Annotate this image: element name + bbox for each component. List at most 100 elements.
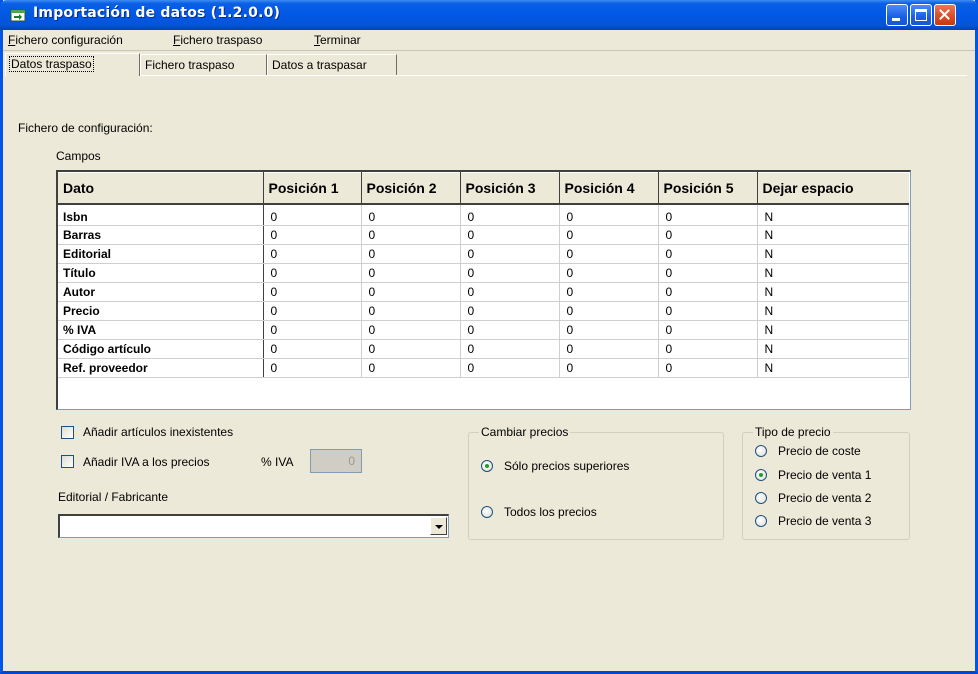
- table-cell[interactable]: 0: [559, 225, 659, 245]
- column-header[interactable]: Posición 1: [263, 172, 362, 205]
- table-cell[interactable]: 0: [559, 244, 659, 264]
- table-cell[interactable]: 0: [460, 225, 560, 245]
- table-cell[interactable]: 0: [361, 358, 461, 378]
- column-header[interactable]: Dato: [58, 172, 264, 205]
- table-cell[interactable]: 0: [559, 282, 659, 302]
- table-cell[interactable]: 0: [361, 225, 461, 245]
- table-cell[interactable]: N: [757, 263, 909, 283]
- table-cell[interactable]: 0: [460, 282, 560, 302]
- menu-fichero-configuracion[interactable]: Fichero configuración: [8, 33, 123, 47]
- table-cell[interactable]: 0: [263, 339, 362, 359]
- tab-datos-a-traspasar[interactable]: Datos a traspasar: [267, 54, 397, 75]
- radio-precio-venta-1[interactable]: [755, 469, 767, 481]
- table-row[interactable]: Precio 0 0 0 0 0 N: [58, 301, 909, 321]
- table-cell[interactable]: 0: [460, 320, 560, 340]
- minimize-button[interactable]: [886, 4, 908, 26]
- table-cell[interactable]: N: [757, 339, 909, 359]
- table-cell[interactable]: 0: [559, 320, 659, 340]
- table-cell[interactable]: 0: [263, 320, 362, 340]
- column-header[interactable]: Posición 5: [658, 172, 758, 205]
- table-cell[interactable]: 0: [460, 339, 560, 359]
- row-label-cell[interactable]: Título: [58, 263, 264, 283]
- table-cell[interactable]: 0: [559, 263, 659, 283]
- table-row[interactable]: Autor 0 0 0 0 0 N: [58, 282, 909, 302]
- table-cell[interactable]: 0: [263, 301, 362, 321]
- table-cell[interactable]: 0: [361, 301, 461, 321]
- column-header[interactable]: Posición 2: [361, 172, 461, 205]
- row-label-cell[interactable]: Barras: [58, 225, 264, 245]
- column-header[interactable]: Dejar espacio: [757, 172, 909, 205]
- table-cell[interactable]: 0: [263, 358, 362, 378]
- table-row[interactable]: Barras 0 0 0 0 0 N: [58, 225, 909, 245]
- table-cell[interactable]: N: [757, 358, 909, 378]
- row-label-cell[interactable]: Precio: [58, 301, 264, 321]
- editorial-dropdown-button[interactable]: [430, 517, 447, 535]
- radio-precio-venta-3[interactable]: [755, 515, 767, 527]
- table-cell[interactable]: 0: [361, 320, 461, 340]
- table-cell[interactable]: 0: [361, 263, 461, 283]
- column-header[interactable]: Posición 3: [460, 172, 560, 205]
- table-cell[interactable]: 0: [559, 203, 659, 226]
- row-label-cell[interactable]: Isbn: [58, 203, 264, 226]
- column-header[interactable]: Posición 4: [559, 172, 659, 205]
- table-row[interactable]: Ref. proveedor 0 0 0 0 0 N: [58, 358, 909, 378]
- table-cell[interactable]: 0: [658, 320, 758, 340]
- table-cell[interactable]: 0: [263, 282, 362, 302]
- table-cell[interactable]: 0: [460, 301, 560, 321]
- menu-terminar[interactable]: Terminar: [314, 33, 361, 47]
- table-cell[interactable]: 0: [658, 263, 758, 283]
- table-cell[interactable]: 0: [460, 244, 560, 264]
- table-cell[interactable]: 0: [263, 203, 362, 226]
- table-cell[interactable]: N: [757, 301, 909, 321]
- maximize-button[interactable]: [910, 4, 932, 26]
- table-cell[interactable]: 0: [460, 263, 560, 283]
- add-missing-checkbox[interactable]: [61, 426, 74, 439]
- table-cell[interactable]: N: [757, 225, 909, 245]
- radio-todos-precios[interactable]: [481, 506, 493, 518]
- table-row[interactable]: % IVA 0 0 0 0 0 N: [58, 320, 909, 340]
- table-cell[interactable]: 0: [559, 339, 659, 359]
- table-row[interactable]: Código artículo 0 0 0 0 0 N: [58, 339, 909, 359]
- radio-precio-coste[interactable]: [755, 445, 767, 457]
- table-cell[interactable]: 0: [658, 282, 758, 302]
- table-cell[interactable]: 0: [460, 203, 560, 226]
- table-row[interactable]: Título 0 0 0 0 0 N: [58, 263, 909, 283]
- table-cell[interactable]: N: [757, 244, 909, 264]
- table-cell[interactable]: 0: [559, 358, 659, 378]
- table-cell[interactable]: 0: [658, 339, 758, 359]
- table-cell[interactable]: 0: [263, 244, 362, 264]
- table-cell[interactable]: 0: [658, 203, 758, 226]
- table-cell[interactable]: 0: [658, 244, 758, 264]
- table-row[interactable]: Isbn 0 0 0 0 0 N: [58, 203, 909, 226]
- table-cell[interactable]: 0: [263, 263, 362, 283]
- table-cell[interactable]: 0: [361, 203, 461, 226]
- radio-precio-venta-2[interactable]: [755, 492, 767, 504]
- row-label-cell[interactable]: Ref. proveedor: [58, 358, 264, 378]
- fields-grid[interactable]: Dato Posición 1 Posición 2 Posición 3 Po…: [56, 170, 911, 410]
- table-cell[interactable]: 0: [361, 282, 461, 302]
- table-cell[interactable]: 0: [460, 358, 560, 378]
- table-cell[interactable]: 0: [658, 358, 758, 378]
- table-cell[interactable]: N: [757, 282, 909, 302]
- table-cell[interactable]: 0: [361, 339, 461, 359]
- table-cell[interactable]: N: [757, 203, 909, 226]
- menu-fichero-traspaso[interactable]: Fichero traspaso: [173, 33, 262, 47]
- row-label-cell[interactable]: Autor: [58, 282, 264, 302]
- row-label-cell[interactable]: % IVA: [58, 320, 264, 340]
- table-cell[interactable]: 0: [361, 244, 461, 264]
- table-cell[interactable]: 0: [263, 225, 362, 245]
- tab-datos-traspaso[interactable]: Datos traspaso: [5, 53, 140, 76]
- close-button[interactable]: [934, 4, 956, 26]
- row-label-cell[interactable]: Código artículo: [58, 339, 264, 359]
- table-row[interactable]: Editorial 0 0 0 0 0 N: [58, 244, 909, 264]
- table-cell[interactable]: 0: [559, 301, 659, 321]
- add-iva-checkbox[interactable]: [61, 455, 74, 468]
- table-cell[interactable]: N: [757, 320, 909, 340]
- title-bar[interactable]: Importación de datos (1.2.0.0): [0, 0, 978, 30]
- table-cell[interactable]: 0: [658, 225, 758, 245]
- iva-percent-input[interactable]: 0: [310, 449, 362, 473]
- radio-solo-superiores[interactable]: [481, 460, 493, 472]
- tab-fichero-traspaso[interactable]: Fichero traspaso: [140, 54, 267, 75]
- table-cell[interactable]: 0: [658, 301, 758, 321]
- row-label-cell[interactable]: Editorial: [58, 244, 264, 264]
